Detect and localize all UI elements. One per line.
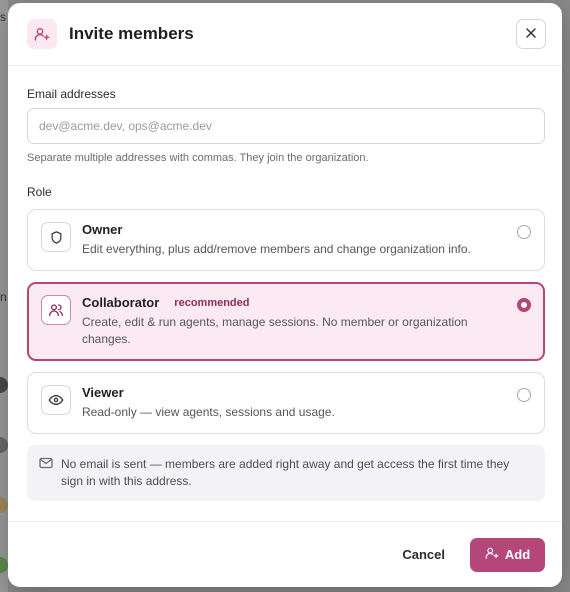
notice-text: No email is sent — members are added rig… xyxy=(61,457,510,488)
eye-icon xyxy=(41,385,71,415)
email-hint: Separate multiple addresses with commas.… xyxy=(27,152,369,164)
role-option-collaborator[interactable]: Collaborator recommended Create, edit & … xyxy=(27,282,545,361)
mail-icon xyxy=(39,457,53,474)
add-button-label: Add xyxy=(504,547,531,562)
role-description: Read-only — view agents, sessions and us… xyxy=(82,405,335,419)
role-description: Create, edit & run agents, manage sessio… xyxy=(82,315,468,346)
add-button[interactable]: Add xyxy=(470,537,545,572)
dialog-footer: Cancel Add xyxy=(8,521,562,587)
role-title: Collaborator xyxy=(82,295,160,310)
user-plus-icon xyxy=(27,19,57,49)
info-notice: No email is sent — members are added rig… xyxy=(27,445,545,501)
close-button[interactable] xyxy=(516,19,546,49)
invite-members-dialog: Invite members Email addresses Separate … xyxy=(8,3,562,587)
role-radio-collaborator[interactable] xyxy=(517,298,531,312)
email-label: Email addresses xyxy=(27,87,116,101)
user-plus-icon xyxy=(485,546,499,563)
backdrop-text-fragment: n xyxy=(0,290,7,304)
role-title: Viewer xyxy=(82,385,124,400)
role-option-owner[interactable]: Owner Edit everything, plus add/remove m… xyxy=(27,209,545,271)
cancel-button[interactable]: Cancel xyxy=(402,547,445,562)
dialog-title: Invite members xyxy=(69,24,194,43)
role-description: Edit everything, plus add/remove members… xyxy=(82,242,471,256)
role-title: Owner xyxy=(82,222,123,237)
users-icon xyxy=(41,295,71,325)
recommended-badge: recommended xyxy=(174,296,250,309)
backdrop-text-fragment: s xyxy=(0,10,6,24)
close-icon xyxy=(525,27,537,42)
email-field[interactable] xyxy=(27,108,545,144)
shield-icon xyxy=(41,222,71,252)
role-radio-owner[interactable] xyxy=(517,225,531,239)
role-option-viewer[interactable]: Viewer Read-only — view agents, sessions… xyxy=(27,372,545,434)
role-radio-viewer[interactable] xyxy=(517,388,531,402)
role-label: Role xyxy=(27,185,52,199)
dialog-header: Invite members xyxy=(8,3,562,66)
dialog-body: Email addresses Separate multiple addres… xyxy=(8,66,562,501)
